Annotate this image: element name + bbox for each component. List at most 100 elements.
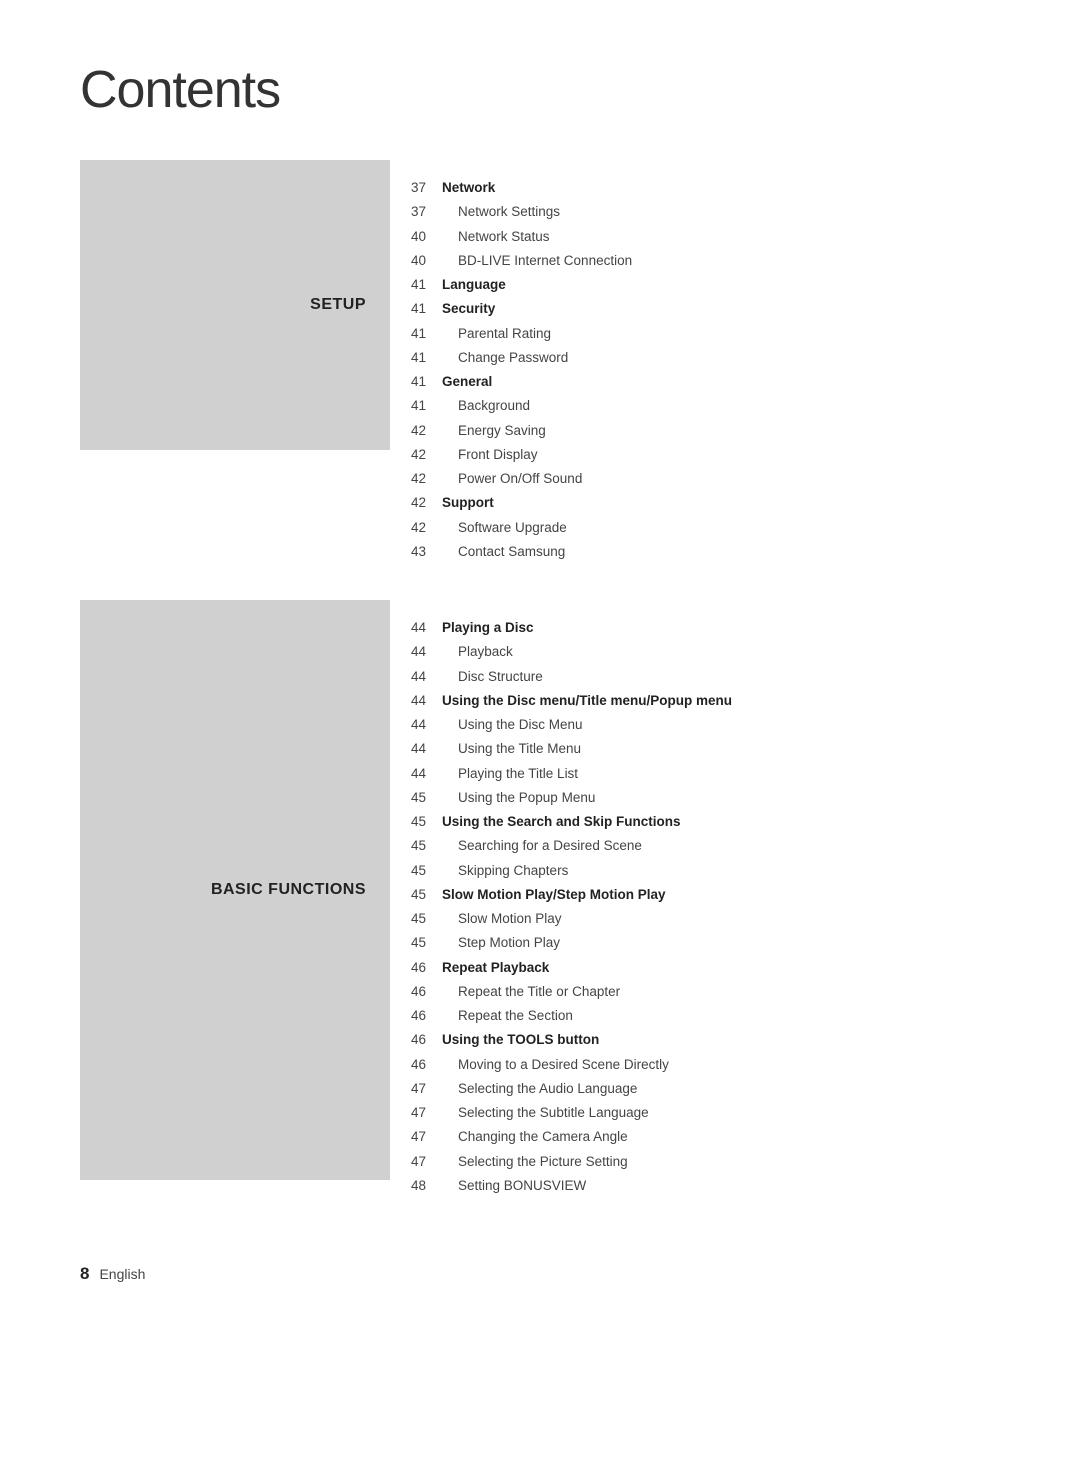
section-label-box-basic-functions: BASIC FUNCTIONS	[80, 600, 390, 1180]
toc-text: Parental Rating	[442, 324, 551, 344]
toc-entry: 45Skipping Chapters	[390, 859, 1000, 883]
toc-text: Disc Structure	[442, 667, 543, 687]
toc-number: 41	[390, 350, 442, 365]
section-label-box-setup: SETUP	[80, 160, 390, 450]
toc-number: 46	[390, 1032, 442, 1047]
toc-text: Selecting the Subtitle Language	[442, 1103, 649, 1123]
toc-text: Network Settings	[442, 202, 560, 222]
toc-number: 45	[390, 911, 442, 926]
toc-entry: 41Parental Rating	[390, 322, 1000, 346]
footer: 8 English	[80, 1264, 1000, 1284]
toc-entry: 46Repeat Playback	[390, 956, 1000, 980]
toc-number: 44	[390, 693, 442, 708]
toc-number: 46	[390, 1057, 442, 1072]
toc-entry: 41General	[390, 370, 1000, 394]
toc-text: Security	[442, 299, 495, 319]
toc-number: 37	[390, 204, 442, 219]
toc-text: Moving to a Desired Scene Directly	[442, 1055, 669, 1075]
toc-entry: 40BD-LIVE Internet Connection	[390, 249, 1000, 273]
toc-number: 42	[390, 520, 442, 535]
toc-entry: 45Using the Search and Skip Functions	[390, 810, 1000, 834]
toc-entry: 42Power On/Off Sound	[390, 467, 1000, 491]
toc-text: Step Motion Play	[442, 933, 560, 953]
toc-entry: 44Playing the Title List	[390, 762, 1000, 786]
toc-entry: 41Language	[390, 273, 1000, 297]
toc-entry: 44Disc Structure	[390, 665, 1000, 689]
toc-entry: 44Playing a Disc	[390, 616, 1000, 640]
toc-number: 37	[390, 180, 442, 195]
toc-entry: 45Searching for a Desired Scene	[390, 834, 1000, 858]
toc-text: Changing the Camera Angle	[442, 1127, 628, 1147]
toc-entry: 47Changing the Camera Angle	[390, 1125, 1000, 1149]
toc-number: 46	[390, 984, 442, 999]
toc-number: 46	[390, 1008, 442, 1023]
page-title: Contents	[80, 60, 1000, 120]
toc-entry: 45Using the Popup Menu	[390, 786, 1000, 810]
toc-text: Using the Search and Skip Functions	[442, 812, 681, 832]
toc-number: 47	[390, 1129, 442, 1144]
toc-text: Repeat Playback	[442, 958, 549, 978]
toc-entry: 46Repeat the Title or Chapter	[390, 980, 1000, 1004]
toc-number: 48	[390, 1178, 442, 1193]
toc-number: 44	[390, 741, 442, 756]
toc-number: 40	[390, 253, 442, 268]
toc-content-basic-functions: 44Playing a Disc44Playback44Disc Structu…	[390, 600, 1000, 1214]
toc-entry: 41Background	[390, 394, 1000, 418]
toc-entry: 37Network	[390, 176, 1000, 200]
toc-text: Playing a Disc	[442, 618, 534, 638]
toc-number: 45	[390, 790, 442, 805]
toc-entry: 47Selecting the Subtitle Language	[390, 1101, 1000, 1125]
toc-number: 47	[390, 1105, 442, 1120]
toc-text: Using the Title Menu	[442, 739, 581, 759]
section-label-setup: SETUP	[310, 296, 366, 314]
toc-number: 41	[390, 326, 442, 341]
section-row-basic-functions: BASIC FUNCTIONS44Playing a Disc44Playbac…	[80, 600, 1000, 1214]
toc-entry: 44Using the Disc menu/Title menu/Popup m…	[390, 689, 1000, 713]
toc-number: 45	[390, 838, 442, 853]
toc-text: Playback	[442, 642, 513, 662]
toc-text: Selecting the Audio Language	[442, 1079, 637, 1099]
toc-entry: 48Setting BONUSVIEW	[390, 1174, 1000, 1198]
toc-number: 41	[390, 398, 442, 413]
toc-number: 44	[390, 766, 442, 781]
section-label-basic-functions: BASIC FUNCTIONS	[211, 881, 366, 899]
toc-text: Using the TOOLS button	[442, 1030, 599, 1050]
toc-number: 43	[390, 544, 442, 559]
toc-number: 45	[390, 814, 442, 829]
toc-text: Slow Motion Play/Step Motion Play	[442, 885, 666, 905]
toc-text: Language	[442, 275, 506, 295]
toc-entry: 46Repeat the Section	[390, 1004, 1000, 1028]
toc-number: 41	[390, 374, 442, 389]
toc-number: 45	[390, 887, 442, 902]
toc-text: Contact Samsung	[442, 542, 565, 562]
toc-text: Slow Motion Play	[442, 909, 562, 929]
toc-text: Using the Popup Menu	[442, 788, 595, 808]
toc-number: 47	[390, 1081, 442, 1096]
toc-number: 42	[390, 423, 442, 438]
toc-entry: 45Slow Motion Play	[390, 907, 1000, 931]
toc-entry: 42Energy Saving	[390, 419, 1000, 443]
toc-number: 45	[390, 935, 442, 950]
toc-number: 47	[390, 1154, 442, 1169]
toc-entry: 37Network Settings	[390, 200, 1000, 224]
toc-entry: 47Selecting the Picture Setting	[390, 1150, 1000, 1174]
toc-text: Selecting the Picture Setting	[442, 1152, 628, 1172]
toc-number: 44	[390, 644, 442, 659]
toc-text: Energy Saving	[442, 421, 546, 441]
toc-text: Power On/Off Sound	[442, 469, 582, 489]
toc-entry: 44Playback	[390, 640, 1000, 664]
toc-text: Network Status	[442, 227, 550, 247]
toc-text: Setting BONUSVIEW	[442, 1176, 586, 1196]
toc-text: General	[442, 372, 492, 392]
toc-text: Searching for a Desired Scene	[442, 836, 642, 856]
toc-text: Playing the Title List	[442, 764, 578, 784]
toc-entry: 45Slow Motion Play/Step Motion Play	[390, 883, 1000, 907]
toc-entry: 46Using the TOOLS button	[390, 1028, 1000, 1052]
toc-entry: 43Contact Samsung	[390, 540, 1000, 564]
toc-entry: 41Change Password	[390, 346, 1000, 370]
toc-entry: 46Moving to a Desired Scene Directly	[390, 1053, 1000, 1077]
toc-number: 41	[390, 301, 442, 316]
toc-text: Using the Disc Menu	[442, 715, 583, 735]
toc-number: 44	[390, 620, 442, 635]
toc-text: Repeat the Section	[442, 1006, 573, 1026]
